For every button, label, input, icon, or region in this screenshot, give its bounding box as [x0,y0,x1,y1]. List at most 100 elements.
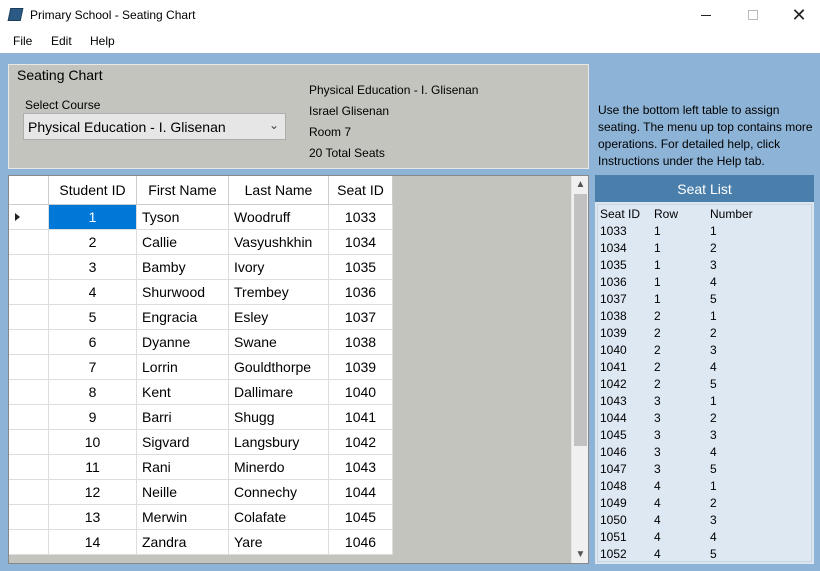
last-name-cell[interactable]: Yare [229,530,329,555]
seat-list[interactable]: Seat ID Row Number 1033 1 1 1034 1 2 1035 1 3 1036 1 4… [597,204,812,562]
scrollbar-thumb[interactable] [574,194,587,446]
table-row[interactable]: 5 Engracia Esley 1037 [9,305,393,330]
table-row[interactable]: 3 Bamby Ivory 1035 [9,255,393,280]
list-item[interactable]: 1037 1 5 [598,292,811,309]
menu-file[interactable]: File [13,34,32,48]
first-name-cell[interactable]: Zandra [137,530,229,555]
last-name-cell[interactable]: Woodruff [229,205,329,230]
last-name-cell[interactable]: Dallimare [229,380,329,405]
list-item[interactable]: 1033 1 1 [598,224,811,241]
seat-id-cell[interactable]: 1038 [329,330,393,355]
list-item[interactable]: 1049 4 2 [598,496,811,513]
student-id-cell[interactable]: 13 [49,505,137,530]
list-item[interactable]: 1051 4 4 [598,530,811,547]
last-name-cell[interactable]: Connechy [229,480,329,505]
list-item[interactable]: 1050 4 3 [598,513,811,530]
student-id-cell[interactable]: 5 [49,305,137,330]
row-header[interactable] [9,355,49,380]
last-name-cell[interactable]: Vasyushkhin [229,230,329,255]
row-header[interactable] [9,255,49,280]
table-row[interactable]: 6 Dyanne Swane 1038 [9,330,393,355]
list-item[interactable]: 1046 3 4 [598,445,811,462]
row-header[interactable] [9,405,49,430]
seat-id-cell[interactable]: 1046 [329,530,393,555]
first-name-cell[interactable]: Neille [137,480,229,505]
list-item[interactable]: 1044 3 2 [598,411,811,428]
student-id-cell[interactable]: 1 [49,205,137,230]
row-header[interactable] [9,530,49,555]
list-item[interactable]: 1036 1 4 [598,275,811,292]
column-header-first-name[interactable]: First Name [137,176,229,205]
seat-id-cell[interactable]: 1040 [329,380,393,405]
first-name-cell[interactable]: Dyanne [137,330,229,355]
table-row[interactable]: 1 Tyson Woodruff 1033 [9,205,393,230]
list-item[interactable]: 1035 1 3 [598,258,811,275]
student-id-cell[interactable]: 8 [49,380,137,405]
student-id-cell[interactable]: 2 [49,230,137,255]
table-row[interactable]: 11 Rani Minerdo 1043 [9,455,393,480]
row-header[interactable] [9,505,49,530]
maximize-button[interactable] [730,0,776,30]
list-item[interactable]: 1039 2 2 [598,326,811,343]
row-header[interactable] [9,280,49,305]
list-item[interactable]: 1041 2 4 [598,360,811,377]
last-name-cell[interactable]: Langsbury [229,430,329,455]
first-name-cell[interactable]: Bamby [137,255,229,280]
row-header[interactable] [9,305,49,330]
row-header[interactable] [9,205,49,230]
seat-id-cell[interactable]: 1036 [329,280,393,305]
list-item[interactable]: 1038 2 1 [598,309,811,326]
student-id-cell[interactable]: 11 [49,455,137,480]
list-item[interactable]: 1048 4 1 [598,479,811,496]
table-row[interactable]: 2 Callie Vasyushkhin 1034 [9,230,393,255]
row-header[interactable] [9,430,49,455]
course-select[interactable]: Physical Education - I. Glisenan ⌄ [23,113,286,140]
seat-id-cell[interactable]: 1039 [329,355,393,380]
list-item[interactable]: 1052 4 5 [598,547,811,564]
last-name-cell[interactable]: Minerdo [229,455,329,480]
seat-id-cell[interactable]: 1043 [329,455,393,480]
list-item[interactable]: 1040 2 3 [598,343,811,360]
table-row[interactable]: 12 Neille Connechy 1044 [9,480,393,505]
first-name-cell[interactable]: Engracia [137,305,229,330]
first-name-cell[interactable]: Barri [137,405,229,430]
menu-help[interactable]: Help [90,34,115,48]
menu-edit[interactable]: Edit [51,34,72,48]
first-name-cell[interactable]: Tyson [137,205,229,230]
first-name-cell[interactable]: Shurwood [137,280,229,305]
student-grid[interactable]: Student ID First Name Last Name Seat ID … [8,175,589,564]
row-header[interactable] [9,480,49,505]
last-name-cell[interactable]: Ivory [229,255,329,280]
seat-id-cell[interactable]: 1045 [329,505,393,530]
table-row[interactable]: 7 Lorrin Gouldthorpe 1039 [9,355,393,380]
first-name-cell[interactable]: Merwin [137,505,229,530]
student-id-cell[interactable]: 14 [49,530,137,555]
last-name-cell[interactable]: Shugg [229,405,329,430]
row-header[interactable] [9,380,49,405]
list-item[interactable]: 1034 1 2 [598,241,811,258]
column-header-student-id[interactable]: Student ID [49,176,137,205]
column-header-seat-id[interactable]: Seat ID [329,176,393,205]
student-id-cell[interactable]: 4 [49,280,137,305]
table-row[interactable]: 9 Barri Shugg 1041 [9,405,393,430]
last-name-cell[interactable]: Colafate [229,505,329,530]
row-header[interactable] [9,330,49,355]
scroll-up-icon[interactable]: ▲ [572,176,588,193]
list-item[interactable]: 1043 3 1 [598,394,811,411]
seat-id-cell[interactable]: 1042 [329,430,393,455]
close-button[interactable]: ✕ [776,0,820,30]
list-item[interactable]: 1047 3 5 [598,462,811,479]
seat-id-cell[interactable]: 1034 [329,230,393,255]
list-item[interactable]: 1042 2 5 [598,377,811,394]
seat-id-cell[interactable]: 1035 [329,255,393,280]
table-row[interactable]: 4 Shurwood Trembey 1036 [9,280,393,305]
table-row[interactable]: 13 Merwin Colafate 1045 [9,505,393,530]
last-name-cell[interactable]: Gouldthorpe [229,355,329,380]
first-name-cell[interactable]: Kent [137,380,229,405]
seat-id-cell[interactable]: 1044 [329,480,393,505]
seat-id-cell[interactable]: 1041 [329,405,393,430]
student-id-cell[interactable]: 10 [49,430,137,455]
row-header[interactable] [9,230,49,255]
table-row[interactable]: 10 Sigvard Langsbury 1042 [9,430,393,455]
seat-id-cell[interactable]: 1037 [329,305,393,330]
